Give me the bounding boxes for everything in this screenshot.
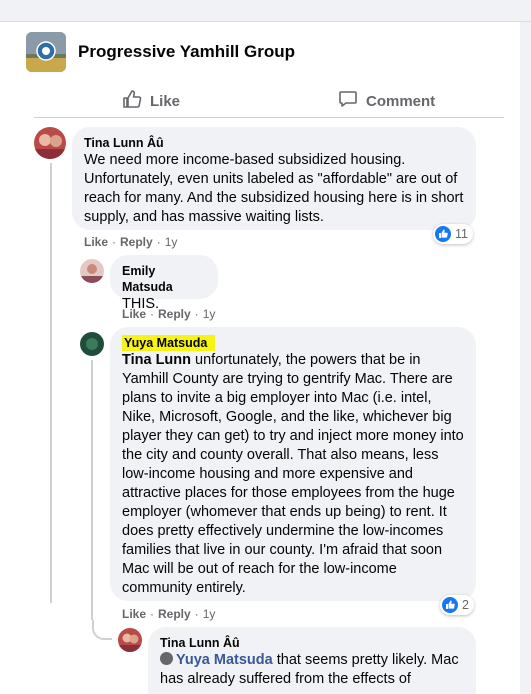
- separator: ·: [150, 607, 155, 621]
- comment-reply-link[interactable]: Reply: [120, 235, 153, 249]
- comment-label: Comment: [366, 92, 436, 110]
- separator: ·: [194, 607, 199, 621]
- mention-icon: [160, 652, 173, 665]
- reaction-count[interactable]: 11: [433, 224, 473, 244]
- comment-meta: Like · Reply · 1y: [84, 235, 177, 249]
- post-actions: Like Comment: [34, 84, 504, 118]
- comment-author[interactable]: Emily Matsuda: [122, 263, 206, 295]
- mention-link[interactable]: Tina Lunn: [122, 352, 191, 368]
- comment-time[interactable]: 1y: [165, 235, 178, 249]
- comment-text: Yuya Matsuda that seems pretty likely. M…: [160, 651, 464, 689]
- comment-meta: Like · Reply · 1y: [122, 307, 215, 321]
- comment-author[interactable]: Tina Lunn Âû: [160, 635, 464, 651]
- like-button[interactable]: Like: [122, 87, 180, 115]
- comment-like-link[interactable]: Like: [122, 307, 146, 321]
- comment-reply-link[interactable]: Reply: [158, 307, 191, 321]
- thread-line: [50, 163, 52, 603]
- group-header: Progressive Yamhill Group: [0, 22, 520, 84]
- author-highlight: Yuya Matsuda: [122, 335, 216, 351]
- like-reaction-icon: [442, 597, 458, 613]
- separator: ·: [156, 235, 161, 249]
- comment-time[interactable]: 1y: [203, 307, 216, 321]
- comment-bubble: Emily Matsuda THIS.: [110, 255, 218, 312]
- like-reaction-icon: [435, 226, 451, 242]
- reaction-number: 11: [455, 227, 468, 241]
- thread-line: [91, 360, 93, 620]
- comment-author[interactable]: Tina Lunn Âû: [84, 135, 464, 151]
- thumbs-up-icon: [122, 89, 142, 113]
- avatar[interactable]: [80, 259, 104, 283]
- avatar[interactable]: [118, 628, 142, 652]
- comment-time[interactable]: 1y: [203, 607, 216, 621]
- reaction-count[interactable]: 2: [440, 595, 474, 615]
- avatar[interactable]: [80, 332, 104, 356]
- mention-link[interactable]: Yuya Matsuda: [176, 652, 273, 668]
- separator: ·: [112, 235, 117, 249]
- avatar[interactable]: [34, 127, 66, 159]
- comment-bubble: Yuya Matsuda Tina Lunn unfortunately, th…: [110, 327, 476, 601]
- comment-text: We need more income-based subsidized hou…: [84, 152, 464, 225]
- like-label: Like: [150, 92, 181, 110]
- comment-button[interactable]: Comment: [338, 87, 435, 115]
- comment-meta: Like · Reply · 1y: [122, 607, 215, 621]
- group-logo[interactable]: [26, 32, 66, 72]
- comment-text: Tina Lunn unfortunately, the powers that…: [122, 351, 464, 598]
- comment-bubble: Tina Lunn Âû Yuya Matsuda that seems pre…: [148, 627, 476, 694]
- comment-bubble: Tina Lunn Âû We need more income-based s…: [72, 127, 476, 230]
- top-strip: [0, 0, 531, 22]
- comment-reply-link[interactable]: Reply: [158, 607, 191, 621]
- separator: ·: [150, 307, 155, 321]
- comment-like-link[interactable]: Like: [122, 607, 146, 621]
- comment-body: unfortunately, the powers that be in Yam…: [122, 352, 464, 596]
- group-name[interactable]: Progressive Yamhill Group: [78, 42, 295, 62]
- reaction-number: 2: [462, 598, 469, 612]
- comment-icon: [338, 89, 358, 113]
- scrollbar[interactable]: [520, 22, 531, 694]
- comment-author[interactable]: Yuya Matsuda: [122, 335, 464, 351]
- separator: ·: [194, 307, 199, 321]
- comment-like-link[interactable]: Like: [84, 235, 108, 249]
